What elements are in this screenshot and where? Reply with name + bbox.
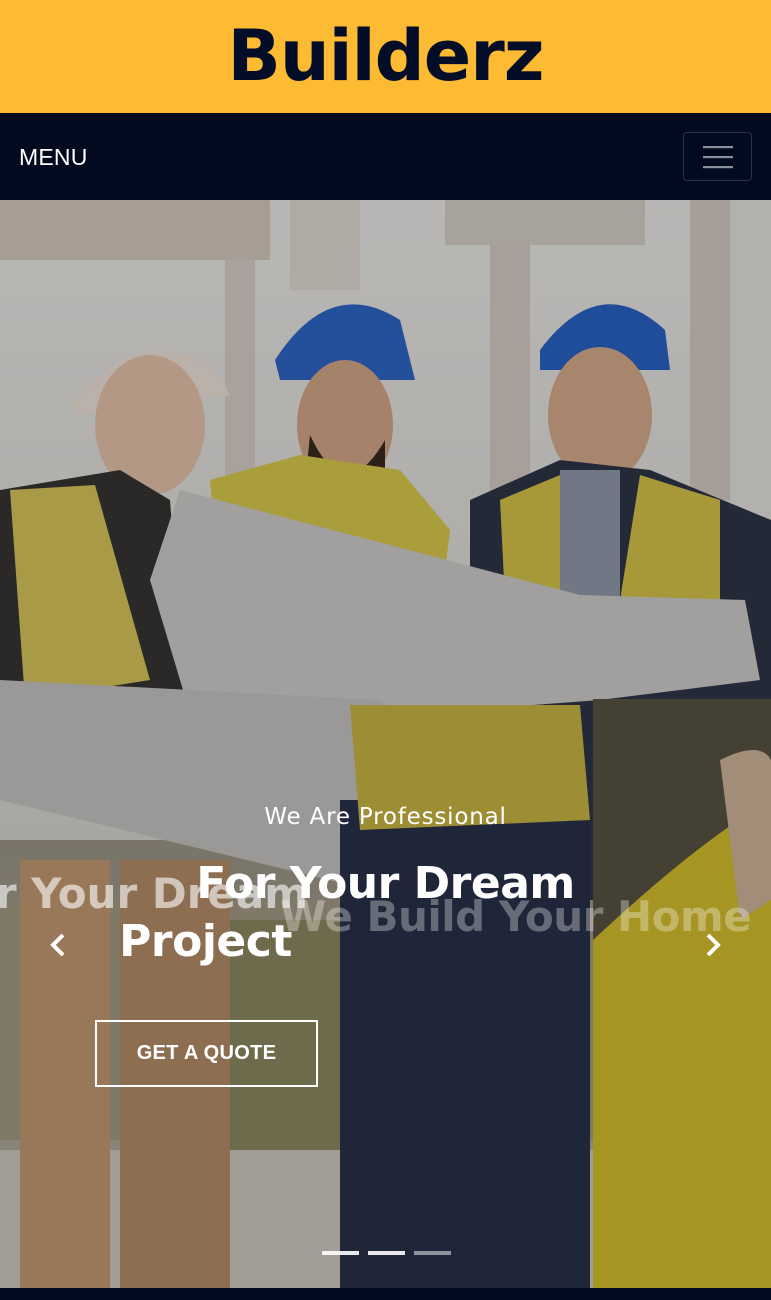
hero-carousel: For Your Dream We Build Your Home We Are… (0, 200, 771, 1288)
carousel-prev-button[interactable] (38, 925, 78, 965)
main-navbar: MENU (0, 113, 771, 200)
hero-title: For Your Dream Project (0, 855, 771, 971)
carousel-indicator-2[interactable] (368, 1251, 405, 1255)
chevron-right-icon (706, 933, 721, 957)
menu-label: MENU (19, 144, 88, 170)
carousel-indicator-1[interactable] (322, 1251, 359, 1255)
carousel-next-button[interactable] (693, 925, 733, 965)
hero-title-line1: For Your Dream (196, 858, 575, 909)
site-logo[interactable]: Builderz (227, 21, 544, 91)
brand-bar: Builderz (0, 0, 771, 113)
page-bottom-strip (0, 1288, 771, 1300)
carousel-indicator-3[interactable] (414, 1251, 451, 1255)
hero-title-line2: Project (119, 916, 292, 967)
hamburger-icon (702, 145, 733, 168)
get-a-quote-button[interactable]: GET A QUOTE (95, 1020, 318, 1087)
hero-background-image (0, 200, 771, 1288)
menu-toggle-button[interactable] (683, 132, 752, 181)
chevron-left-icon (50, 933, 65, 957)
carousel-indicators (322, 1251, 451, 1255)
hero-subtitle: We Are Professional (264, 804, 507, 830)
